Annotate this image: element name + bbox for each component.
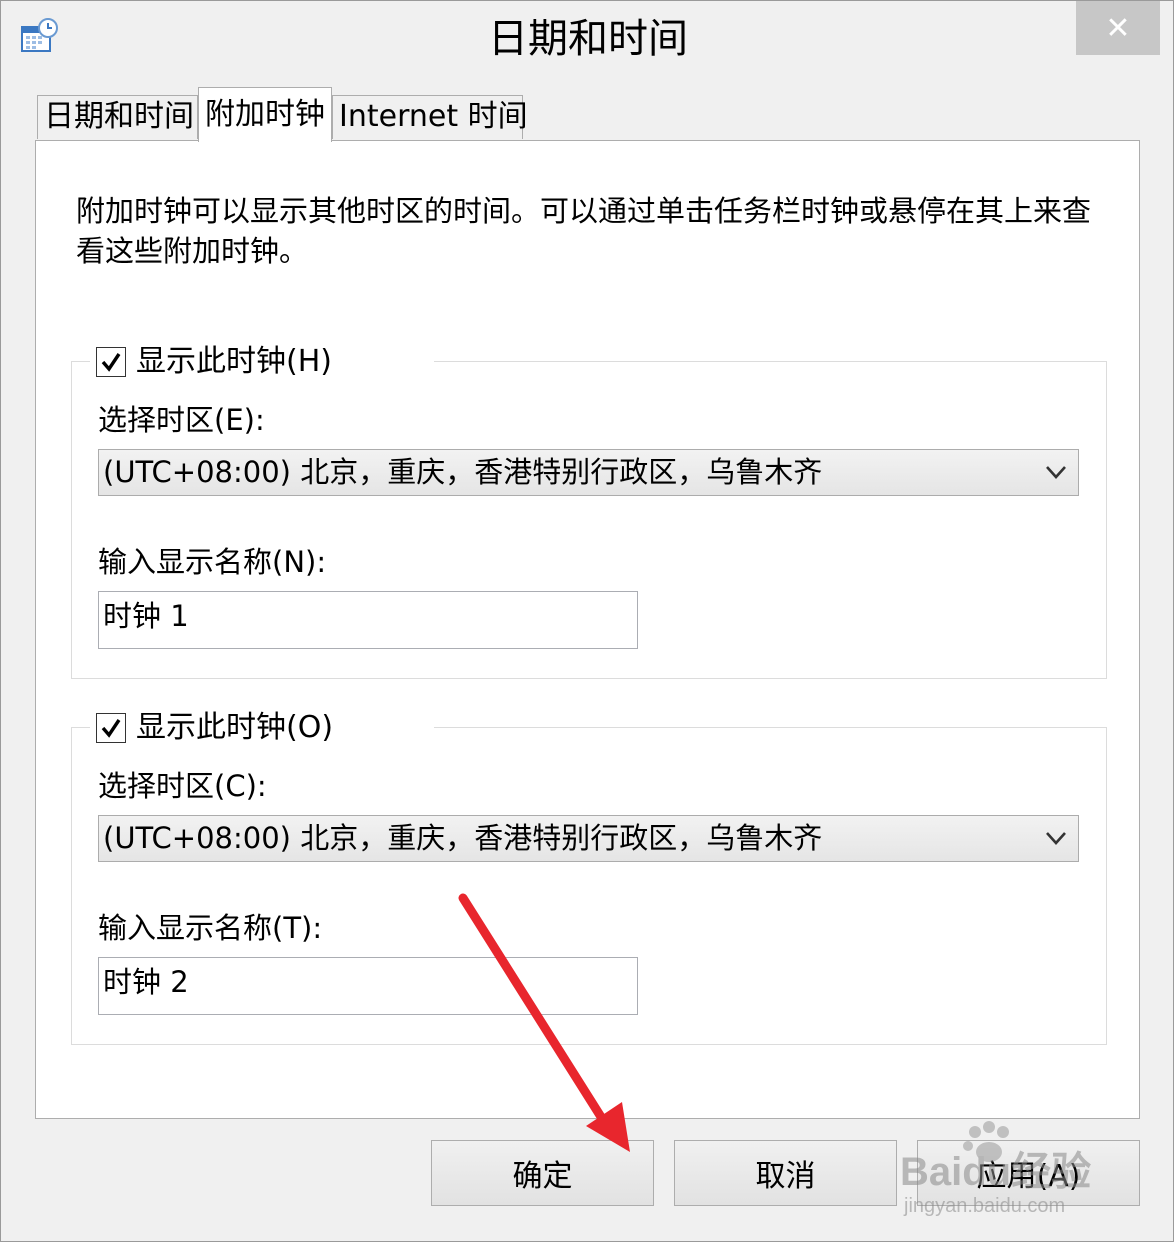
tab-label: 日期和时间 bbox=[44, 99, 194, 134]
ok-button[interactable]: 确定 bbox=[431, 1140, 654, 1206]
show-clock-2-label: 显示此时钟(O) bbox=[136, 710, 334, 745]
timezone-2-select[interactable]: (UTC+08:00) 北京，重庆，香港特别行政区，乌鲁木齐 bbox=[98, 815, 1079, 862]
tab-label: Internet 时间 bbox=[339, 99, 528, 134]
show-clock-1-label: 显示此时钟(H) bbox=[136, 344, 332, 379]
display-name-1-input[interactable]: 时钟 1 bbox=[98, 591, 638, 649]
checkmark-icon bbox=[101, 719, 121, 738]
watermark-brand: Baidu经验 bbox=[900, 1150, 1091, 1194]
baidu-watermark-logo: Baidu经验 jingyan.baidu.com bbox=[900, 1121, 1091, 1217]
tab-label: 附加时钟 bbox=[205, 97, 325, 132]
window-title: 日期和时间 bbox=[488, 16, 688, 62]
title-bar: 日期和时间 ✕ bbox=[1, 1, 1173, 73]
watermark-url: jingyan.baidu.com bbox=[903, 1195, 1065, 1217]
clock-group-2: 显示此时钟(O) 选择时区(C): (UTC+08:00) 北京，重庆，香港特别… bbox=[71, 706, 1107, 1045]
close-button[interactable]: ✕ bbox=[1076, 1, 1160, 55]
display-name-2-label: 输入显示名称(T): bbox=[98, 911, 323, 945]
show-clock-2-checkbox[interactable] bbox=[96, 713, 126, 743]
chevron-down-icon bbox=[1046, 466, 1066, 479]
tab-internet-time[interactable]: Internet 时间 bbox=[332, 95, 528, 139]
display-name-2-value: 时钟 2 bbox=[103, 965, 189, 999]
ok-button-label: 确定 bbox=[512, 1159, 573, 1194]
timezone-1-select[interactable]: (UTC+08:00) 北京，重庆，香港特别行政区，乌鲁木齐 bbox=[98, 449, 1079, 496]
cancel-button[interactable]: 取消 bbox=[674, 1140, 897, 1206]
additional-clocks-panel: 附加时钟可以显示其他时区的时间。可以通过单击任务栏时钟或悬停在其上来查看这些附加… bbox=[35, 140, 1140, 1119]
display-name-1-label: 输入显示名称(N): bbox=[98, 545, 327, 579]
close-icon: ✕ bbox=[1105, 10, 1131, 46]
timezone-2-label: 选择时区(C): bbox=[98, 769, 267, 803]
display-name-2-input[interactable]: 时钟 2 bbox=[98, 957, 638, 1015]
show-clock-1-checkbox[interactable] bbox=[96, 347, 126, 377]
timezone-2-value: (UTC+08:00) 北京，重庆，香港特别行政区，乌鲁木齐 bbox=[103, 821, 823, 855]
clock-2-legend: 显示此时钟(O) bbox=[90, 706, 434, 750]
clock-group-1: 显示此时钟(H) 选择时区(E): (UTC+08:00) 北京，重庆，香港特别… bbox=[71, 340, 1107, 679]
chevron-down-icon bbox=[1046, 832, 1066, 845]
date-time-dialog: 日期和时间 ✕ 日期和时间 附加时钟 Internet 时间 附加时钟可以显示其… bbox=[0, 0, 1174, 1242]
tab-date-and-time[interactable]: 日期和时间 bbox=[37, 95, 198, 139]
intro-text: 附加时钟可以显示其他时区的时间。可以通过单击任务栏时钟或悬停在其上来查看这些附加… bbox=[76, 194, 1092, 268]
tab-additional-clocks[interactable]: 附加时钟 bbox=[198, 87, 332, 142]
clock-1-legend: 显示此时钟(H) bbox=[90, 340, 434, 384]
cancel-button-label: 取消 bbox=[755, 1159, 816, 1194]
checkmark-icon bbox=[101, 353, 121, 372]
timezone-1-label: 选择时区(E): bbox=[98, 403, 265, 437]
display-name-1-value: 时钟 1 bbox=[103, 599, 189, 633]
timezone-1-value: (UTC+08:00) 北京，重庆，香港特别行政区，乌鲁木齐 bbox=[103, 455, 823, 489]
